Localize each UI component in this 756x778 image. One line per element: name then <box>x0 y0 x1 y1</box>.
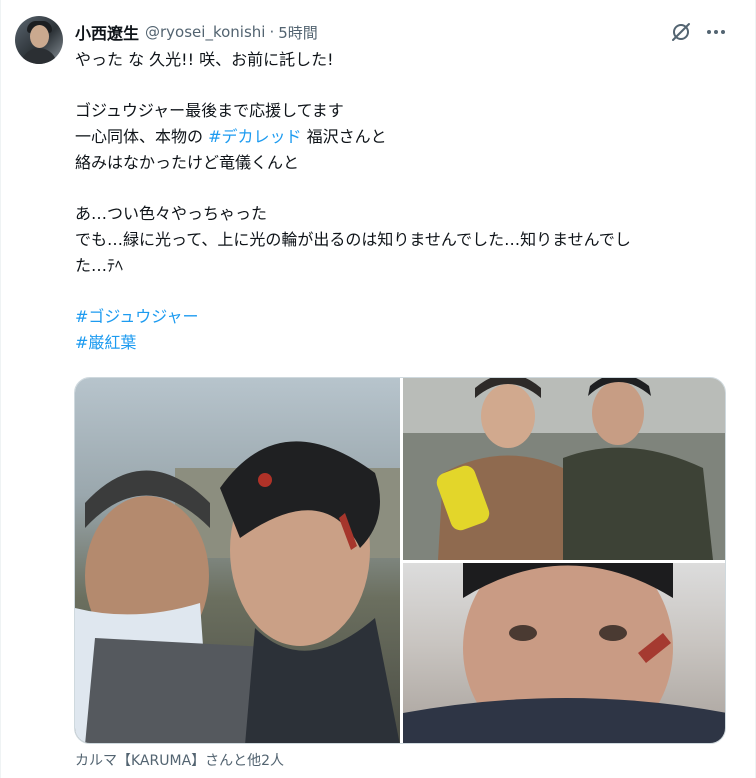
tweet-card[interactable]: 小西遼生 @ryosei_konishi · 5時間 やった な 久光!! 咲、… <box>0 0 756 778</box>
header-separator: · <box>269 23 275 41</box>
timestamp[interactable]: 5時間 <box>278 22 318 43</box>
text-line-5: あ…つい色々やっちゃった <box>75 204 268 223</box>
text-line-6: でも…緑に光って、上に光の輪が出るのは知りませんでした…知りませんでし <box>75 230 631 249</box>
hashtag-iwao-momiji[interactable]: #巌紅葉 <box>75 330 733 356</box>
media-tagged-people[interactable]: カルマ【KARUMA】さんと他2人 <box>75 750 284 770</box>
author-handle[interactable]: @ryosei_konishi <box>145 23 265 41</box>
tweet-header: 小西遼生 @ryosei_konishi · 5時間 <box>75 20 318 44</box>
photo-2-illustration <box>403 378 725 560</box>
text-line-2: ゴジュウジャー最後まで応援してます <box>75 101 344 120</box>
grok-button[interactable] <box>669 20 693 44</box>
text-line-3-post: 福沢さんと <box>301 127 387 146</box>
more-icon <box>707 30 725 34</box>
hashtag-dekared[interactable]: #デカレッド <box>208 127 301 146</box>
photo-2[interactable] <box>403 378 725 560</box>
photo-1-illustration <box>75 441 400 743</box>
author-name[interactable]: 小西遼生 <box>75 20 139 44</box>
grok-icon <box>672 23 690 41</box>
avatar[interactable] <box>15 16 63 64</box>
hashtag-gojuuger[interactable]: #ゴジュウジャー <box>75 304 733 330</box>
photo-3[interactable] <box>403 563 725 743</box>
photo-1[interactable] <box>75 378 400 743</box>
text-line-1: やった な 久光!! 咲、お前に託した! <box>75 50 334 69</box>
more-button[interactable] <box>704 20 728 44</box>
text-line-4: 絡みはなかったけど竜儀くんと <box>75 153 300 172</box>
text-line-7: た…ﾃﾍ <box>75 256 124 275</box>
media-grid <box>74 377 726 744</box>
text-line-3-pre: 一心同体、本物の <box>75 127 209 146</box>
photo-3-illustration <box>403 563 725 743</box>
avatar-face <box>30 25 49 48</box>
avatar-shoulders <box>21 48 57 64</box>
tweet-text: やった な 久光!! 咲、お前に託した! ゴジュウジャー最後まで応援してます 一… <box>75 47 733 356</box>
text-line-3: 一心同体、本物の #デカレッド 福沢さんと <box>75 124 733 150</box>
